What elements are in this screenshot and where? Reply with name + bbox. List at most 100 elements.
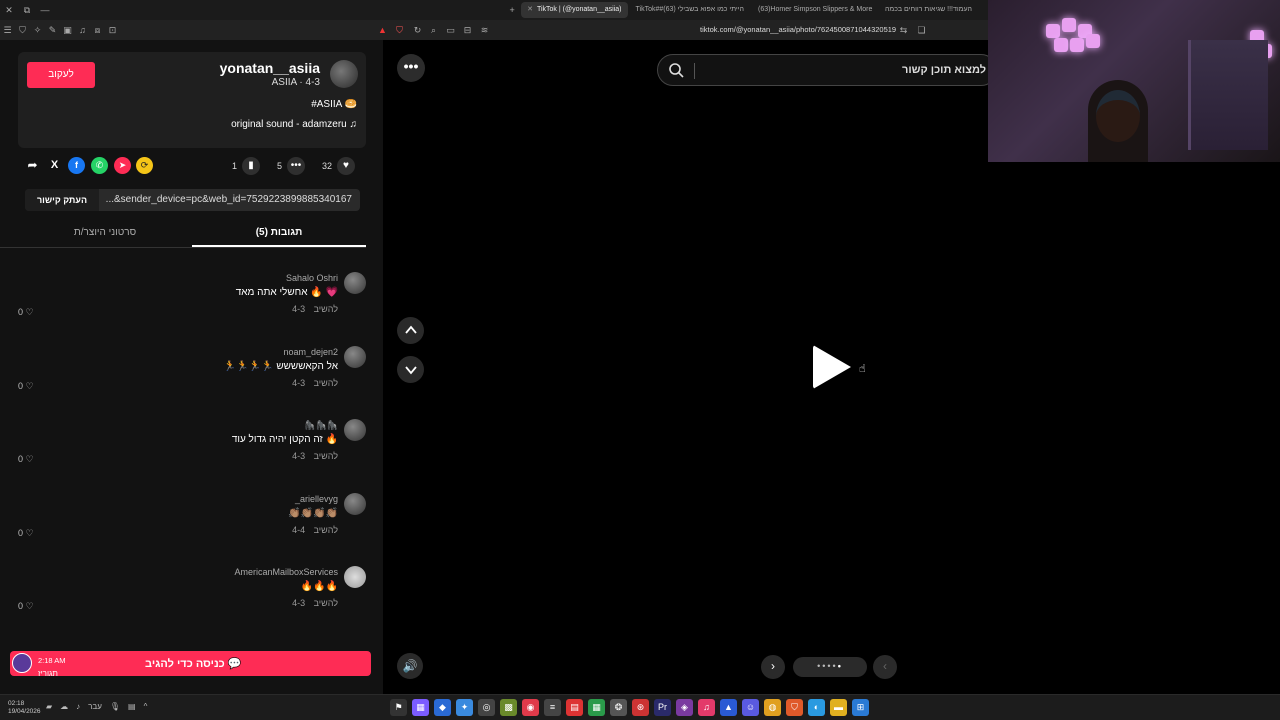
restore-window-icon[interactable]: ⧉	[18, 5, 36, 16]
chat-tray-icon[interactable]: ▰	[46, 702, 52, 711]
network-icon[interactable]: ☁	[60, 702, 68, 711]
carousel-prev-button[interactable]: ‹	[873, 655, 897, 679]
x-icon[interactable]: X	[46, 157, 63, 174]
comment-username[interactable]: 🦍🦍🦍	[304, 420, 338, 431]
wallet-icon[interactable]: ⊡	[105, 25, 120, 36]
heart-outline-icon[interactable]: ♡	[26, 601, 34, 611]
comment-username[interactable]: _ariellevyg	[295, 494, 338, 504]
post-caption[interactable]: #ASIIA 🥯	[311, 99, 357, 110]
sound-link[interactable]: original sound - adamzeru ♫	[231, 119, 357, 130]
author-username[interactable]: yonatan__asiia	[220, 60, 320, 76]
browser-tab-2[interactable]: TikTok##הייתי כמו אפוא בשבילי (63)	[630, 2, 750, 18]
volume-tray-icon[interactable]: ♪	[76, 702, 80, 711]
windows-icon[interactable]: ⊞	[852, 699, 869, 716]
language-indicator[interactable]: עבר	[88, 702, 102, 711]
comment-avatar[interactable]	[344, 272, 366, 294]
comment-avatar[interactable]	[344, 566, 366, 588]
edge-icon[interactable]: ◐	[808, 699, 825, 716]
chevron-up-tray-icon[interactable]: ^	[144, 702, 148, 711]
reply-button[interactable]: להשיב	[314, 304, 338, 314]
search-bar[interactable]: למצוא תוכן קשור	[657, 54, 997, 86]
pen-icon[interactable]: ✎	[45, 25, 60, 36]
comment-like[interactable]: 0 ♡	[18, 381, 34, 392]
share-arrow-icon[interactable]: ➦	[24, 157, 41, 174]
app-grid-icon[interactable]: ▦	[412, 699, 429, 716]
brave-icon[interactable]: ⛉	[786, 699, 803, 716]
bookmark-save-icon[interactable]: ▮	[242, 157, 261, 175]
music-app-icon[interactable]: ♫	[698, 699, 715, 716]
browser-tab-3[interactable]: (63)Homer Simpson Slippers & More	[752, 2, 877, 18]
comment-like[interactable]: 0 ♡	[18, 528, 34, 539]
heart-outline-icon[interactable]: ♡	[26, 454, 34, 464]
more-options-button[interactable]: •••	[397, 54, 425, 82]
pdf-icon[interactable]: ▤	[566, 699, 583, 716]
comment-username[interactable]: AmericanMailboxServices	[234, 567, 338, 577]
steam-icon[interactable]: ⊛	[632, 699, 649, 716]
brave-shield-icon[interactable]: ⛉	[392, 25, 407, 36]
sidebar-icon[interactable]: ▣	[60, 25, 75, 36]
repost-icon[interactable]: ⟳	[136, 157, 153, 174]
comment-like[interactable]: 0 ♡	[18, 601, 34, 612]
shield-icon[interactable]: ⛉	[15, 25, 30, 36]
chrome-icon[interactable]: ◍	[764, 699, 781, 716]
follow-button[interactable]: לעקוב	[27, 62, 95, 88]
whatsapp-icon[interactable]: ✆	[91, 157, 108, 174]
reply-button[interactable]: להשיב	[314, 598, 338, 608]
facebook-icon[interactable]: f	[68, 157, 85, 174]
reply-button[interactable]: להשיב	[314, 451, 338, 461]
carousel-next-button[interactable]: ›	[761, 655, 785, 679]
save-stat[interactable]: 1 ▮	[232, 155, 261, 177]
share-link-text[interactable]: ...&sender_device=pc&web_id=752922389988…	[106, 189, 352, 211]
photos-icon[interactable]: ▲	[720, 699, 737, 716]
ai-app-icon[interactable]: ✦	[456, 699, 473, 716]
search-icon[interactable]	[668, 62, 684, 78]
warning-icon[interactable]: ▲	[375, 25, 390, 35]
excel-icon[interactable]: ▦	[588, 699, 605, 716]
premiere-icon[interactable]: Pr	[654, 699, 671, 716]
comment-icon[interactable]: •••	[287, 157, 306, 175]
author-avatar[interactable]	[330, 60, 358, 88]
browser-tab-4[interactable]: העמוד!!! שגיאות רווחים בכמה	[879, 2, 978, 18]
close-window-icon[interactable]: ✕	[0, 5, 18, 16]
heart-outline-icon[interactable]: ♡	[26, 528, 34, 538]
new-tab-icon[interactable]: +	[503, 5, 521, 15]
tab-comments[interactable]: תגובות (5)	[192, 220, 366, 247]
login-to-comment-label[interactable]: כניסה כדי להגיב 💬	[145, 657, 242, 670]
previous-post-button[interactable]	[397, 317, 424, 344]
xbox-icon[interactable]: ◎	[478, 699, 495, 716]
reload-icon[interactable]: ↻	[410, 25, 425, 36]
heart-icon[interactable]: ♥	[337, 157, 356, 175]
notes-icon[interactable]: ≡	[544, 699, 561, 716]
app-purple-icon[interactable]: ◈	[676, 699, 693, 716]
address-bar[interactable]: tiktok.com/@yonatan__asiia/photo/7624500…	[700, 23, 910, 37]
tab-creator-videos[interactable]: סרטוני היוצר/ת	[18, 220, 192, 247]
music-icon[interactable]: ♫	[75, 25, 90, 35]
login-to-comment-bar[interactable]: 2:18 AM כניסה כדי להגיב 💬 תגוריז	[10, 651, 371, 678]
minecraft-icon[interactable]: ▩	[500, 699, 517, 716]
discord-icon[interactable]: ☺	[742, 699, 759, 716]
comment-like[interactable]: 0 ♡	[18, 454, 34, 465]
taskbar-clock[interactable]: 02:18 19/04/2026	[8, 700, 41, 716]
search-placeholder[interactable]: למצוא תוכן קשור	[902, 64, 986, 76]
screenshot-icon[interactable]: ⧈	[90, 25, 105, 36]
mic-icon[interactable]: 🎙	[110, 702, 120, 711]
browser-tab-tiktok[interactable]: ✕ TikTok | (@yonatan__asiia)	[521, 2, 628, 18]
like-stat[interactable]: 32 ♥	[322, 155, 356, 177]
play-icon[interactable]	[813, 345, 851, 389]
picture-icon[interactable]: ⊟	[460, 25, 475, 36]
chatgpt-icon[interactable]: ❂	[610, 699, 627, 716]
app-red-icon[interactable]: ◉	[522, 699, 539, 716]
minimize-window-icon[interactable]: —	[36, 5, 54, 15]
reply-button[interactable]: להשיב	[314, 378, 338, 388]
bookmark-icon[interactable]: ❏	[914, 25, 929, 36]
heart-outline-icon[interactable]: ♡	[26, 381, 34, 391]
cast-icon[interactable]: ▭	[443, 25, 458, 36]
app-tray-icon[interactable]: ▤	[128, 702, 136, 711]
folder-icon[interactable]: ▬	[830, 699, 847, 716]
comment-like[interactable]: 0 ♡	[18, 307, 34, 318]
next-post-button[interactable]	[397, 356, 424, 383]
vscode-icon[interactable]: ◆	[434, 699, 451, 716]
comment-stat[interactable]: 5 •••	[277, 155, 306, 177]
search-small-icon[interactable]: ⌕	[426, 25, 441, 36]
comment-avatar[interactable]	[344, 419, 366, 441]
